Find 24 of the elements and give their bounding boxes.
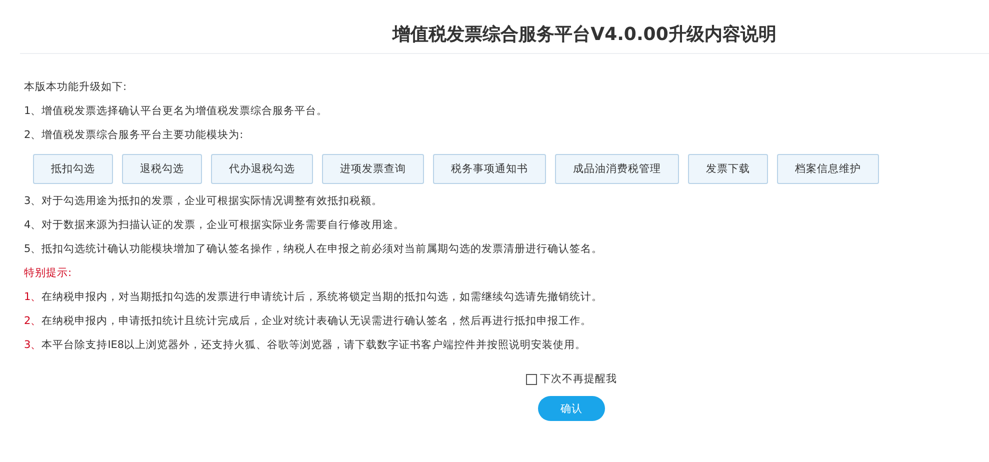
module-button[interactable]: 税务事项通知书 bbox=[433, 154, 546, 184]
page-title: 增值税发票综合服务平台V4.0.00升级内容说明 bbox=[392, 23, 776, 47]
module-button[interactable]: 档案信息维护 bbox=[777, 154, 879, 184]
module-button[interactable]: 成品油消费税管理 bbox=[555, 154, 679, 184]
upgrade-item: 1、增值税发票选择确认平台更名为增值税发票综合服务平台。 bbox=[24, 105, 328, 117]
notice-text: 在纳税申报内，申请抵扣统计且统计完成后，企业对统计表确认无误需进行确认签名，然后再进行抵扣申报工作。 bbox=[42, 315, 592, 327]
notice-heading: 特别提示: bbox=[24, 267, 72, 279]
notice-text: 本平台除支持IE8以上浏览器外，还支持火狐、谷歌等浏览器，请下载数字证书客户端控件并按照说明安装使用。 bbox=[42, 339, 586, 351]
upgrade-item: 4、对于数据来源为扫描认证的发票，企业可根据实际业务需要自行修改用途。 bbox=[24, 219, 405, 231]
notice-number: 1、 bbox=[24, 291, 42, 303]
dont-remind-checkbox[interactable]: 下次不再提醒我 bbox=[526, 372, 617, 386]
intro-text: 本版本功能升级如下: bbox=[24, 81, 127, 93]
module-button[interactable]: 代办退税勾选 bbox=[211, 154, 313, 184]
module-button[interactable]: 退税勾选 bbox=[122, 154, 202, 184]
upgrade-item: 3、对于勾选用途为抵扣的发票，企业可根据实际情况调整有效抵扣税额。 bbox=[24, 195, 383, 207]
checkbox-icon[interactable] bbox=[526, 374, 537, 384]
notice-number: 3、 bbox=[24, 339, 42, 351]
notice-number: 2、 bbox=[24, 315, 42, 327]
module-button[interactable]: 进项发票查询 bbox=[322, 154, 424, 184]
upgrade-item: 2、增值税发票综合服务平台主要功能模块为: bbox=[24, 129, 244, 141]
notice-text: 在纳税申报内，对当期抵扣勾选的发票进行申请统计后，系统将锁定当期的抵扣勾选，如需继续勾选请先撤销统计。 bbox=[42, 291, 603, 303]
module-button[interactable]: 抵扣勾选 bbox=[33, 154, 113, 184]
upgrade-item: 5、抵扣勾选统计确认功能模块增加了确认签名操作，纳税人在申报之前必须对当前属期勾选的发票清册进行确认签名。 bbox=[24, 243, 603, 255]
module-button[interactable]: 发票下载 bbox=[688, 154, 768, 184]
